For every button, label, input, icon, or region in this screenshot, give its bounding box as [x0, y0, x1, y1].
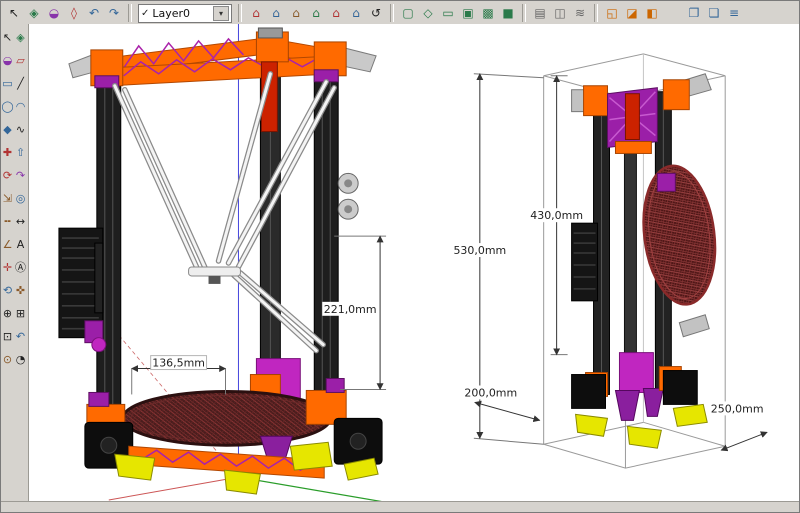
x-ray-icon[interactable]: ▢	[398, 3, 418, 23]
scale-tool-icon[interactable]: ⇲	[1, 187, 14, 210]
position-camera-tool-icon[interactable]: ⊙	[1, 348, 14, 371]
push-pull-tool-icon[interactable]: ⇧	[14, 141, 27, 164]
left-printer-model	[58, 27, 383, 495]
view-front-icon[interactable]: ⌂	[286, 3, 306, 23]
shadows-toggle-icon[interactable]: ▤	[530, 3, 550, 23]
freehand-tool-icon[interactable]: ∿	[14, 118, 27, 141]
layer-check-icon: ✓	[141, 7, 150, 19]
shadow-settings-icon[interactable]: ◫	[550, 3, 570, 23]
model-viewport[interactable]: 136,5mm 221,0mm 530,0mm 430,0mm 200,0mm …	[29, 24, 799, 502]
tape-measure-tool-icon[interactable]: ╍	[1, 210, 14, 233]
dimension-label-right-depth: 200,0mm	[464, 386, 517, 399]
shaded-with-textures-icon[interactable]: ▩	[478, 3, 498, 23]
status-bar	[1, 501, 799, 512]
text-tool-icon[interactable]: A	[14, 233, 27, 256]
components-browser-icon[interactable]: ❐	[684, 3, 704, 23]
move-tool-icon[interactable]: ✚	[1, 141, 14, 164]
right-printer-model	[571, 73, 717, 449]
layers-manager-icon[interactable]: ≡	[724, 3, 744, 23]
layer-dropdown-arrow-icon[interactable]: ▾	[213, 5, 229, 21]
rectangle-tool-icon[interactable]: ▭	[1, 72, 14, 95]
toolbar-separator	[390, 4, 394, 22]
orbit-tool-icon[interactable]: ⟲	[1, 279, 14, 302]
zoom-window-tool-icon[interactable]: ⊞	[14, 302, 27, 325]
previous-view-tool-icon[interactable]: ↶	[14, 325, 27, 348]
app-window: ↖ ◈ ◒ ◊ ↶ ↷ ✓ Layer0 ▾ ⌂ ⌂ ⌂ ⌂ ⌂ ⌂ ↺ ▢ ◇…	[0, 0, 800, 513]
look-around-tool-icon[interactable]: ◔	[14, 348, 27, 371]
layer-combobox[interactable]: ✓ Layer0 ▾	[138, 3, 232, 23]
dimension-label-left-width: 136,5mm	[152, 357, 205, 370]
view-top-icon[interactable]: ⌂	[266, 3, 286, 23]
toolbar-separator	[238, 4, 242, 22]
paint-bucket-icon[interactable]: ◒	[44, 3, 64, 23]
previous-view-icon[interactable]: ↺	[366, 3, 386, 23]
offset-tool-icon[interactable]: ◎	[14, 187, 27, 210]
paint-bucket-tool-icon[interactable]: ◒	[1, 49, 14, 72]
viewport-svg: 136,5mm 221,0mm 530,0mm 430,0mm 200,0mm …	[58, 24, 768, 502]
toolbar-gap	[662, 4, 684, 22]
dimension-label-left-height: 221,0mm	[324, 303, 377, 316]
wireframe-icon[interactable]: ◇	[418, 3, 438, 23]
toolbar-separator	[522, 4, 526, 22]
eraser-icon[interactable]: ◊	[64, 3, 84, 23]
view-right-icon[interactable]: ⌂	[306, 3, 326, 23]
redo-icon[interactable]: ↷	[104, 3, 124, 23]
dimension-tool-icon[interactable]: ↔	[14, 210, 27, 233]
circle-tool-icon[interactable]: ◯	[1, 95, 14, 118]
styles-browser-icon[interactable]: ❏	[704, 3, 724, 23]
section-plane-icon[interactable]: ◱	[602, 3, 622, 23]
zoom-tool-icon[interactable]: ⊕	[1, 302, 14, 325]
hidden-line-icon[interactable]: ▭	[438, 3, 458, 23]
dimension-label-right-width: 250,0mm	[711, 402, 764, 415]
view-left-icon[interactable]: ⌂	[346, 3, 366, 23]
view-back-icon[interactable]: ⌂	[326, 3, 346, 23]
tool-palette: ↖ ◈ ◒ ▱ ▭ ╱ ◯ ◠ ◆ ∿ ✚ ⇧ ⟳ ↷ ⇲ ◎ ╍ ↔ ∠ A …	[1, 24, 29, 502]
monochrome-icon[interactable]: ■	[498, 3, 518, 23]
section-fill-icon[interactable]: ◧	[642, 3, 662, 23]
make-component-icon[interactable]: ◈	[24, 3, 44, 23]
top-toolbar: ↖ ◈ ◒ ◊ ↶ ↷ ✓ Layer0 ▾ ⌂ ⌂ ⌂ ⌂ ⌂ ⌂ ↺ ▢ ◇…	[1, 1, 799, 26]
3d-text-tool-icon[interactable]: Ⓐ	[14, 256, 27, 279]
section-cuts-icon[interactable]: ◪	[622, 3, 642, 23]
eraser-tool-icon[interactable]: ▱	[14, 49, 27, 72]
make-component-tool-icon[interactable]: ◈	[14, 26, 27, 49]
dimension-label-right-inner-height: 430,0mm	[530, 209, 583, 222]
rotate-tool-icon[interactable]: ⟳	[1, 164, 14, 187]
layer-combobox-value: Layer0	[152, 6, 191, 20]
view-iso-icon[interactable]: ⌂	[246, 3, 266, 23]
shaded-icon[interactable]: ▣	[458, 3, 478, 23]
line-tool-icon[interactable]: ╱	[14, 72, 27, 95]
select-icon[interactable]: ↖	[4, 3, 24, 23]
follow-me-tool-icon[interactable]: ↷	[14, 164, 27, 187]
polygon-tool-icon[interactable]: ◆	[1, 118, 14, 141]
arc-tool-icon[interactable]: ◠	[14, 95, 27, 118]
undo-icon[interactable]: ↶	[84, 3, 104, 23]
axes-tool-icon[interactable]: ✛	[1, 256, 14, 279]
protractor-tool-icon[interactable]: ∠	[1, 233, 14, 256]
toolbar-separator	[594, 4, 598, 22]
dimension-label-right-total-height: 530,0mm	[453, 244, 506, 257]
pan-tool-icon[interactable]: ✜	[14, 279, 27, 302]
fog-icon[interactable]: ≋	[570, 3, 590, 23]
zoom-extents-tool-icon[interactable]: ⊡	[1, 325, 14, 348]
toolbar-separator	[128, 4, 132, 22]
select-tool-icon[interactable]: ↖	[1, 26, 14, 49]
